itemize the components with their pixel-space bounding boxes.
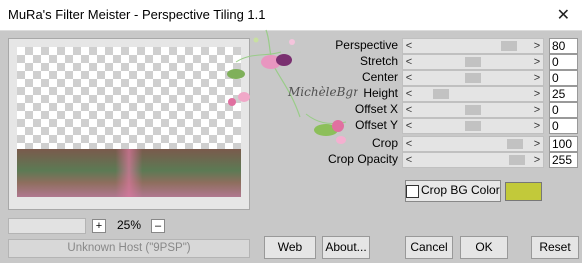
- crop-bg-color-checkbox[interactable]: [406, 185, 419, 198]
- tiled-floor: [17, 149, 241, 197]
- value-crop-opacity[interactable]: 255: [549, 152, 578, 168]
- param-label-crop-opacity: Crop Opacity: [327, 152, 398, 166]
- slider-thumb[interactable]: [465, 57, 481, 67]
- slider-thumb[interactable]: [433, 89, 449, 99]
- param-label-height: Height: [363, 86, 398, 100]
- ok-button[interactable]: OK: [460, 236, 508, 259]
- host-status: Unknown Host ("9PSP"): [8, 239, 250, 258]
- zoom-out-button[interactable]: –: [151, 219, 165, 233]
- about-button[interactable]: About...: [322, 236, 370, 259]
- window-title: MuRa's Filter Meister - Perspective Tili…: [8, 7, 266, 22]
- preview-frame: [8, 38, 250, 210]
- arrow-right-icon[interactable]: >: [531, 71, 543, 85]
- arrow-left-icon[interactable]: <: [403, 39, 415, 53]
- arrow-right-icon[interactable]: >: [531, 137, 543, 151]
- arrow-right-icon[interactable]: >: [531, 39, 543, 53]
- value-stretch[interactable]: 0: [549, 54, 578, 70]
- zoom-slider[interactable]: [8, 218, 86, 234]
- param-label-crop: Crop: [371, 136, 398, 150]
- preview-image: [17, 47, 241, 197]
- value-center[interactable]: 0: [549, 70, 578, 86]
- arrow-left-icon[interactable]: <: [403, 103, 415, 117]
- slider-perspective[interactable]: < >: [402, 38, 544, 54]
- slider-offset-x[interactable]: < >: [402, 102, 544, 118]
- zoom-value: 25%: [116, 218, 142, 232]
- slider-stretch[interactable]: < >: [402, 54, 544, 70]
- param-label-offset-x: Offset X: [354, 102, 398, 116]
- close-icon[interactable]: ✕: [557, 5, 570, 25]
- slider-height[interactable]: < >: [402, 86, 544, 102]
- arrow-left-icon[interactable]: <: [403, 119, 415, 133]
- arrow-right-icon[interactable]: >: [531, 103, 543, 117]
- slider-crop[interactable]: < >: [402, 136, 544, 152]
- web-button[interactable]: Web: [264, 236, 316, 259]
- arrow-right-icon[interactable]: >: [531, 153, 543, 167]
- value-crop[interactable]: 100: [549, 136, 578, 152]
- reset-button[interactable]: Reset: [531, 236, 579, 259]
- param-label-stretch: Stretch: [359, 54, 398, 68]
- zoom-in-button[interactable]: +: [92, 219, 106, 233]
- param-label-perspective: Perspective: [335, 38, 398, 52]
- value-offset-x[interactable]: 0: [549, 102, 578, 118]
- value-height[interactable]: 25: [549, 86, 578, 102]
- slider-crop-opacity[interactable]: < >: [402, 152, 544, 168]
- crop-bg-color-swatch[interactable]: [505, 182, 542, 201]
- slider-thumb[interactable]: [465, 73, 481, 83]
- arrow-left-icon[interactable]: <: [403, 71, 415, 85]
- arrow-left-icon[interactable]: <: [403, 55, 415, 69]
- arrow-right-icon[interactable]: >: [531, 119, 543, 133]
- slider-thumb[interactable]: [465, 105, 481, 115]
- arrow-right-icon[interactable]: >: [531, 55, 543, 69]
- slider-thumb[interactable]: [507, 139, 523, 149]
- title-bar: MuRa's Filter Meister - Perspective Tili…: [0, 0, 582, 31]
- value-perspective[interactable]: 80: [549, 38, 578, 54]
- slider-center[interactable]: < >: [402, 70, 544, 86]
- arrow-left-icon[interactable]: <: [403, 137, 415, 151]
- crop-bg-color-label: Crop BG Color: [421, 183, 500, 197]
- param-label-offset-y: Offset Y: [355, 118, 398, 132]
- slider-thumb[interactable]: [501, 41, 517, 51]
- value-offset-y[interactable]: 0: [549, 118, 578, 134]
- arrow-left-icon[interactable]: <: [403, 153, 415, 167]
- arrow-left-icon[interactable]: <: [403, 87, 415, 101]
- cancel-button[interactable]: Cancel: [405, 236, 453, 259]
- slider-thumb[interactable]: [509, 155, 525, 165]
- slider-offset-y[interactable]: < >: [402, 118, 544, 134]
- param-label-center: Center: [361, 70, 398, 84]
- arrow-right-icon[interactable]: >: [531, 87, 543, 101]
- slider-thumb[interactable]: [465, 121, 481, 131]
